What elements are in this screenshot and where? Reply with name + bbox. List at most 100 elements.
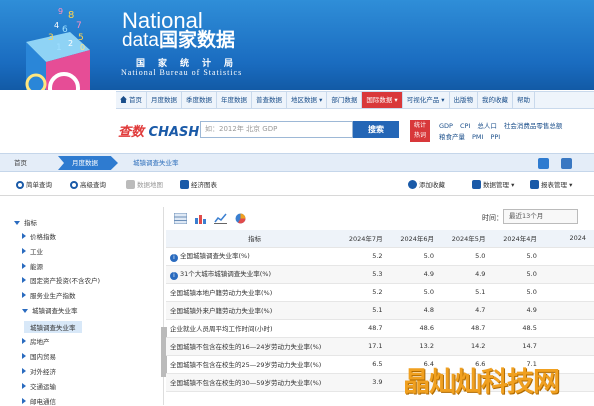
value-cell: 3.9 [339, 373, 391, 392]
print-icon[interactable] [561, 158, 572, 169]
search-icon [16, 181, 24, 189]
time-range-select[interactable]: 最近13个月 [503, 209, 578, 224]
chart-icon [180, 180, 189, 189]
tree-item[interactable]: 国内贸易 [22, 351, 56, 361]
value-cell: 4.9 [442, 265, 494, 284]
nav-item-2[interactable]: 季度数据 [182, 92, 217, 108]
data-cube-logo-icon: 8 7 6 5 4 3 2 1 0 9 [25, 7, 90, 90]
value-cell: 5.0 [493, 283, 545, 302]
value-cell: 48.7 [339, 319, 391, 338]
advanced-query-button[interactable]: 高级查询 [70, 180, 106, 191]
indicator-name-cell: 全国城镇外来户籍劳动力失业率(%) [166, 301, 340, 320]
column-header[interactable]: 2024 [544, 230, 594, 248]
table-view-icon[interactable] [174, 213, 187, 224]
watermark-text: 晶灿灿科技网 [403, 367, 560, 398]
advanced-search-icon [70, 181, 78, 189]
expand-arrow-icon [22, 338, 26, 344]
svg-text:3: 3 [48, 33, 54, 43]
svg-text:6: 6 [62, 25, 68, 35]
column-header[interactable]: 2024年6月 [390, 230, 443, 248]
table-row: i 全国城镇调查失业率(%) 5.2 5.0 5.0 5.0 [166, 247, 594, 266]
plus-icon [408, 180, 417, 189]
column-header[interactable]: 指标 [166, 230, 340, 248]
tree-item[interactable]: 服务业生产指数 [22, 290, 76, 300]
info-icon[interactable]: i [170, 254, 178, 262]
expand-arrow-icon [22, 277, 26, 283]
report-manage-button[interactable]: 报表管理 ▾ [530, 180, 572, 191]
tree-root[interactable]: 指标 [14, 217, 37, 227]
value-cell [544, 319, 594, 338]
value-cell: 5.3 [339, 265, 391, 284]
value-cell: 6.5 [339, 355, 391, 374]
search-input[interactable]: 如：2012年 北京 GDP [200, 121, 353, 138]
value-cell: 14.2 [442, 337, 494, 356]
svg-text:9: 9 [58, 7, 63, 16]
breadcrumb-section[interactable]: 月度数据 [58, 156, 118, 170]
nav-item-7[interactable]: 国际数据 ▾ [362, 92, 403, 108]
line-chart-icon[interactable] [214, 213, 227, 224]
value-cell: 5.1 [442, 283, 494, 302]
value-cell: 4.9 [390, 265, 443, 284]
nav-item-9[interactable]: 出版物 [450, 92, 479, 108]
hot-word-link[interactable]: 粮食产量 [439, 133, 465, 141]
value-cell: 48.6 [390, 319, 443, 338]
bar-chart-icon[interactable] [194, 213, 207, 224]
simple-query-button[interactable]: 简单查询 [16, 180, 52, 191]
collapse-arrow-icon [22, 309, 28, 313]
svg-text:5: 5 [78, 33, 84, 43]
info-icon[interactable]: i [170, 272, 178, 280]
pie-chart-icon[interactable] [234, 213, 247, 224]
nav-item-5[interactable]: 地区数据 ▾ [287, 92, 328, 108]
hot-words-tag: 统计 热词 [410, 120, 430, 142]
value-cell [544, 337, 594, 356]
table-row: 全国城镇本地户籍劳动力失业率(%) 5.2 5.0 5.1 5.0 [166, 283, 594, 302]
data-map-button[interactable]: 数据地图 [126, 180, 163, 191]
table-row: 全国城镇外来户籍劳动力失业率(%) 5.1 4.8 4.7 4.9 [166, 301, 594, 320]
data-manage-button[interactable]: 数据管理 ▾ [472, 180, 514, 191]
nav-item-10[interactable]: 我的收藏 [478, 92, 514, 108]
column-header[interactable]: 2024年5月 [442, 230, 494, 248]
value-cell: 5.1 [339, 301, 391, 320]
tree-item[interactable]: 房地产 [22, 336, 50, 346]
tree-item[interactable]: 城镇调查失业率 [24, 321, 82, 333]
expand-arrow-icon [22, 368, 26, 374]
tree-item[interactable]: 工业 [22, 246, 43, 256]
add-favorite-button[interactable]: 添加收藏 [408, 180, 445, 191]
expand-arrow-icon [22, 292, 26, 298]
nav-item-8[interactable]: 可视化产品 ▾ [403, 92, 450, 108]
table-row: 企业就业人员周平均工作时间(小时) 48.7 48.6 48.7 48.5 [166, 319, 594, 338]
map-icon [126, 180, 135, 189]
tree-item[interactable]: 固定资产投资(不含农户) [22, 275, 100, 285]
hot-word-link[interactable]: 社会消费品零售总额 [504, 122, 563, 130]
nav-item-11[interactable]: 帮助 [513, 92, 536, 108]
hot-word-link[interactable]: CPI [460, 122, 470, 130]
hot-word-link[interactable]: 总人口 [477, 122, 497, 130]
expand-arrow-icon [22, 248, 26, 254]
stats-chart-button[interactable]: 经济图表 [180, 180, 217, 191]
breadcrumb: 首页 月度数据 城镇调查失业率 [0, 153, 594, 172]
column-header[interactable]: 2024年4月 [493, 230, 545, 248]
search-button[interactable]: 搜索 [353, 121, 399, 138]
value-cell: 4.7 [442, 301, 494, 320]
share-icon[interactable] [538, 158, 549, 169]
hot-word-link[interactable]: GDP [439, 122, 453, 130]
tree-item[interactable]: 能源 [22, 261, 43, 271]
tree-item[interactable]: 城镇调查失业率 [22, 305, 78, 315]
nav-item-4[interactable]: 普查数据 [252, 92, 287, 108]
tree-item[interactable]: 对外经济 [22, 366, 56, 376]
hot-words: GDP CPI 总人口 社会消费品零售总额 粮食产量 PMI PPI [439, 121, 569, 143]
nav-item-0[interactable]: 首页 [116, 92, 147, 108]
breadcrumb-home[interactable]: 首页 [14, 156, 27, 170]
tree-item[interactable]: 价格指数 [22, 231, 56, 241]
tree-item[interactable]: 交通运输 [22, 381, 56, 391]
svg-text:4: 4 [54, 21, 59, 30]
hot-word-link[interactable]: PPI [490, 133, 500, 141]
indicator-name-cell: 全国城镇不包含在校生的25—29岁劳动力失业率(%) [166, 355, 340, 374]
expand-arrow-icon [22, 233, 26, 239]
nav-item-1[interactable]: 月度数据 [147, 92, 182, 108]
nav-item-6[interactable]: 部门数据 [327, 92, 363, 108]
value-cell: 14.7 [493, 337, 545, 356]
column-header[interactable]: 2024年7月 [339, 230, 391, 248]
hot-word-link[interactable]: PMI [472, 133, 483, 141]
nav-item-3[interactable]: 年度数据 [217, 92, 252, 108]
